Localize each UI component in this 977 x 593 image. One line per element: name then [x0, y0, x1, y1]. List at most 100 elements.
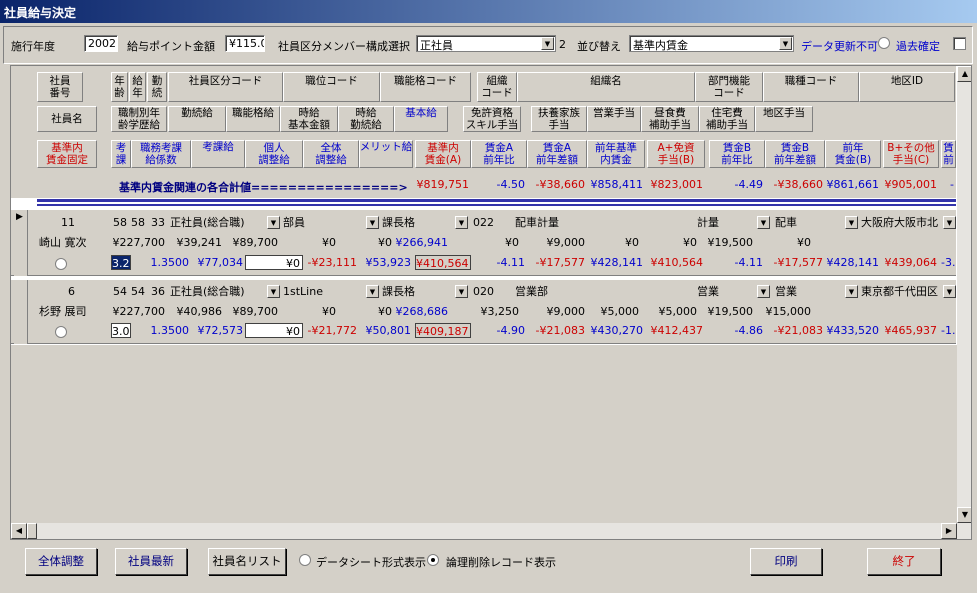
r2-val[interactable]: ¥227,700: [111, 304, 167, 319]
emp-name[interactable]: 崎山 寛次: [37, 235, 107, 250]
r2-val[interactable]: ¥19,500: [699, 304, 755, 319]
emp-bumon[interactable]: 計量: [695, 215, 755, 230]
r3-val[interactable]: ¥430,270: [587, 323, 645, 338]
fixed-radio[interactable]: [55, 258, 67, 270]
emp-kyunen[interactable]: 54: [129, 284, 147, 299]
r2-val[interactable]: ¥0: [338, 304, 394, 319]
r2-val[interactable]: ¥40,986: [168, 304, 224, 319]
chevron-down-icon[interactable]: ▼: [366, 216, 379, 229]
r2-val[interactable]: ¥227,700: [111, 235, 167, 250]
r3-val[interactable]: -4.86: [709, 323, 765, 338]
r3-val[interactable]: 1.3500: [131, 323, 191, 338]
r3-val[interactable]: ¥465,937: [883, 323, 939, 338]
emp-age[interactable]: 58: [111, 215, 129, 230]
r3-val[interactable]: ¥428,141: [825, 255, 881, 270]
r2-val[interactable]: ¥0: [280, 235, 338, 250]
class-select[interactable]: 正社員 ▼: [416, 35, 556, 52]
sheet-view-radio[interactable]: [299, 554, 311, 566]
r3-val[interactable]: -1.: [941, 323, 956, 338]
emp-age[interactable]: 54: [111, 284, 129, 299]
emp-shokushu[interactable]: 営業: [773, 284, 843, 299]
emp-bumon[interactable]: 営業: [695, 284, 755, 299]
chevron-down-icon[interactable]: ▼: [541, 37, 554, 50]
emp-kinzoku[interactable]: 36: [147, 284, 167, 299]
r3-val[interactable]: -4.90: [471, 323, 527, 338]
emp-soshiki[interactable]: 営業部: [513, 284, 683, 299]
latest-button[interactable]: 社員最新: [115, 548, 187, 575]
r2-val[interactable]: ¥0: [755, 235, 813, 250]
scroll-down-icon[interactable]: ▼: [957, 507, 971, 523]
r2-val[interactable]: ¥19,500: [699, 235, 755, 250]
r2-val[interactable]: ¥0: [641, 235, 699, 250]
r3-val[interactable]: ¥412,437: [647, 323, 705, 338]
emp-soshiki-code[interactable]: 020: [471, 284, 511, 299]
r3-val[interactable]: -3.: [941, 255, 956, 270]
chevron-down-icon[interactable]: ▼: [757, 285, 770, 298]
past-checkbox[interactable]: [953, 37, 966, 50]
year-field[interactable]: 2002: [84, 35, 118, 52]
r3-val[interactable]: -¥17,577: [765, 255, 825, 270]
emp-shii[interactable]: 部員: [281, 215, 379, 230]
r3-val[interactable]: ¥77,034: [191, 255, 245, 270]
r3-val[interactable]: -¥17,577: [527, 255, 587, 270]
r3-val[interactable]: ¥53,923: [359, 255, 413, 270]
record-selector[interactable]: [14, 280, 28, 344]
r3-val[interactable]: ¥50,801: [359, 323, 413, 338]
r3-val[interactable]: -¥23,111: [303, 255, 359, 270]
chevron-down-icon[interactable]: ▼: [455, 285, 468, 298]
r2-kihonkyu[interactable]: ¥266,941: [394, 235, 450, 250]
r2-val[interactable]: ¥3,250: [463, 304, 521, 319]
r2-val[interactable]: ¥0: [587, 235, 641, 250]
scroll-left-icon[interactable]: ◀: [11, 523, 27, 539]
r2-val[interactable]: ¥5,000: [641, 304, 699, 319]
all-adjust-button[interactable]: 全体調整: [25, 548, 97, 575]
emp-shii[interactable]: 1stLine: [281, 284, 379, 299]
chevron-down-icon[interactable]: ▼: [267, 285, 280, 298]
print-button[interactable]: 印刷: [750, 548, 822, 575]
emp-no[interactable]: 6: [37, 284, 77, 299]
r2-val[interactable]: ¥89,700: [224, 235, 280, 250]
list-button[interactable]: 社員名リスト: [208, 548, 286, 575]
vertical-scrollbar[interactable]: ▲ ▼: [957, 66, 971, 539]
r2-kihonkyu[interactable]: ¥268,686: [394, 304, 450, 319]
r3-val[interactable]: ¥428,141: [587, 255, 645, 270]
chevron-down-icon[interactable]: ▼: [943, 285, 956, 298]
kouka-field[interactable]: 3.2: [111, 255, 131, 270]
r3-val[interactable]: ¥433,520: [825, 323, 881, 338]
emp-soshiki-code[interactable]: 022: [471, 215, 511, 230]
r2-val[interactable]: ¥5,000: [587, 304, 641, 319]
r2-val[interactable]: ¥9,000: [531, 304, 587, 319]
kojin-field[interactable]: ¥0: [245, 323, 303, 338]
record-row[interactable]: 6 54 54 36 正社員(総合職) ▼ 1stLine ▼ 課長格 ▼ 02…: [11, 280, 956, 344]
point-field[interactable]: ¥115.0: [225, 35, 265, 52]
emp-name[interactable]: 杉野 展司: [37, 304, 107, 319]
r2-val[interactable]: ¥15,000: [755, 304, 813, 319]
exit-button[interactable]: 終了: [867, 548, 941, 575]
r2-val[interactable]: ¥9,000: [531, 235, 587, 250]
chevron-down-icon[interactable]: ▼: [779, 37, 792, 50]
r3-val[interactable]: -¥21,083: [765, 323, 825, 338]
horizontal-scrollbar[interactable]: ◀ ▶: [11, 523, 957, 539]
r3-val[interactable]: ¥72,573: [191, 323, 245, 338]
chevron-down-icon[interactable]: ▼: [845, 216, 858, 229]
sort-select[interactable]: 基準内賃金 ▼: [629, 35, 794, 52]
scroll-up-icon[interactable]: ▲: [957, 66, 971, 82]
emp-kubun[interactable]: 正社員(総合職): [168, 215, 280, 230]
r2-val[interactable]: ¥89,700: [224, 304, 280, 319]
record-selector[interactable]: ▶: [14, 210, 28, 276]
kouka-field[interactable]: 3.0: [111, 323, 131, 338]
emp-shokushu[interactable]: 配車: [773, 215, 843, 230]
kojin-field[interactable]: ¥0: [245, 255, 303, 270]
chevron-down-icon[interactable]: ▼: [366, 285, 379, 298]
r3-val[interactable]: -4.11: [471, 255, 527, 270]
r3-val[interactable]: 1.3500: [131, 255, 191, 270]
r3-val[interactable]: -¥21,083: [527, 323, 587, 338]
r3-a[interactable]: ¥409,187: [415, 323, 471, 338]
scroll-right-icon[interactable]: ▶: [941, 523, 957, 539]
emp-chiku[interactable]: 大阪府大阪市北: [859, 215, 943, 230]
r3-val[interactable]: -4.11: [709, 255, 765, 270]
chevron-down-icon[interactable]: ▼: [757, 216, 770, 229]
chevron-down-icon[interactable]: ▼: [455, 216, 468, 229]
r3-val[interactable]: ¥410,564: [647, 255, 705, 270]
emp-chiku[interactable]: 東京都千代田区: [859, 284, 943, 299]
